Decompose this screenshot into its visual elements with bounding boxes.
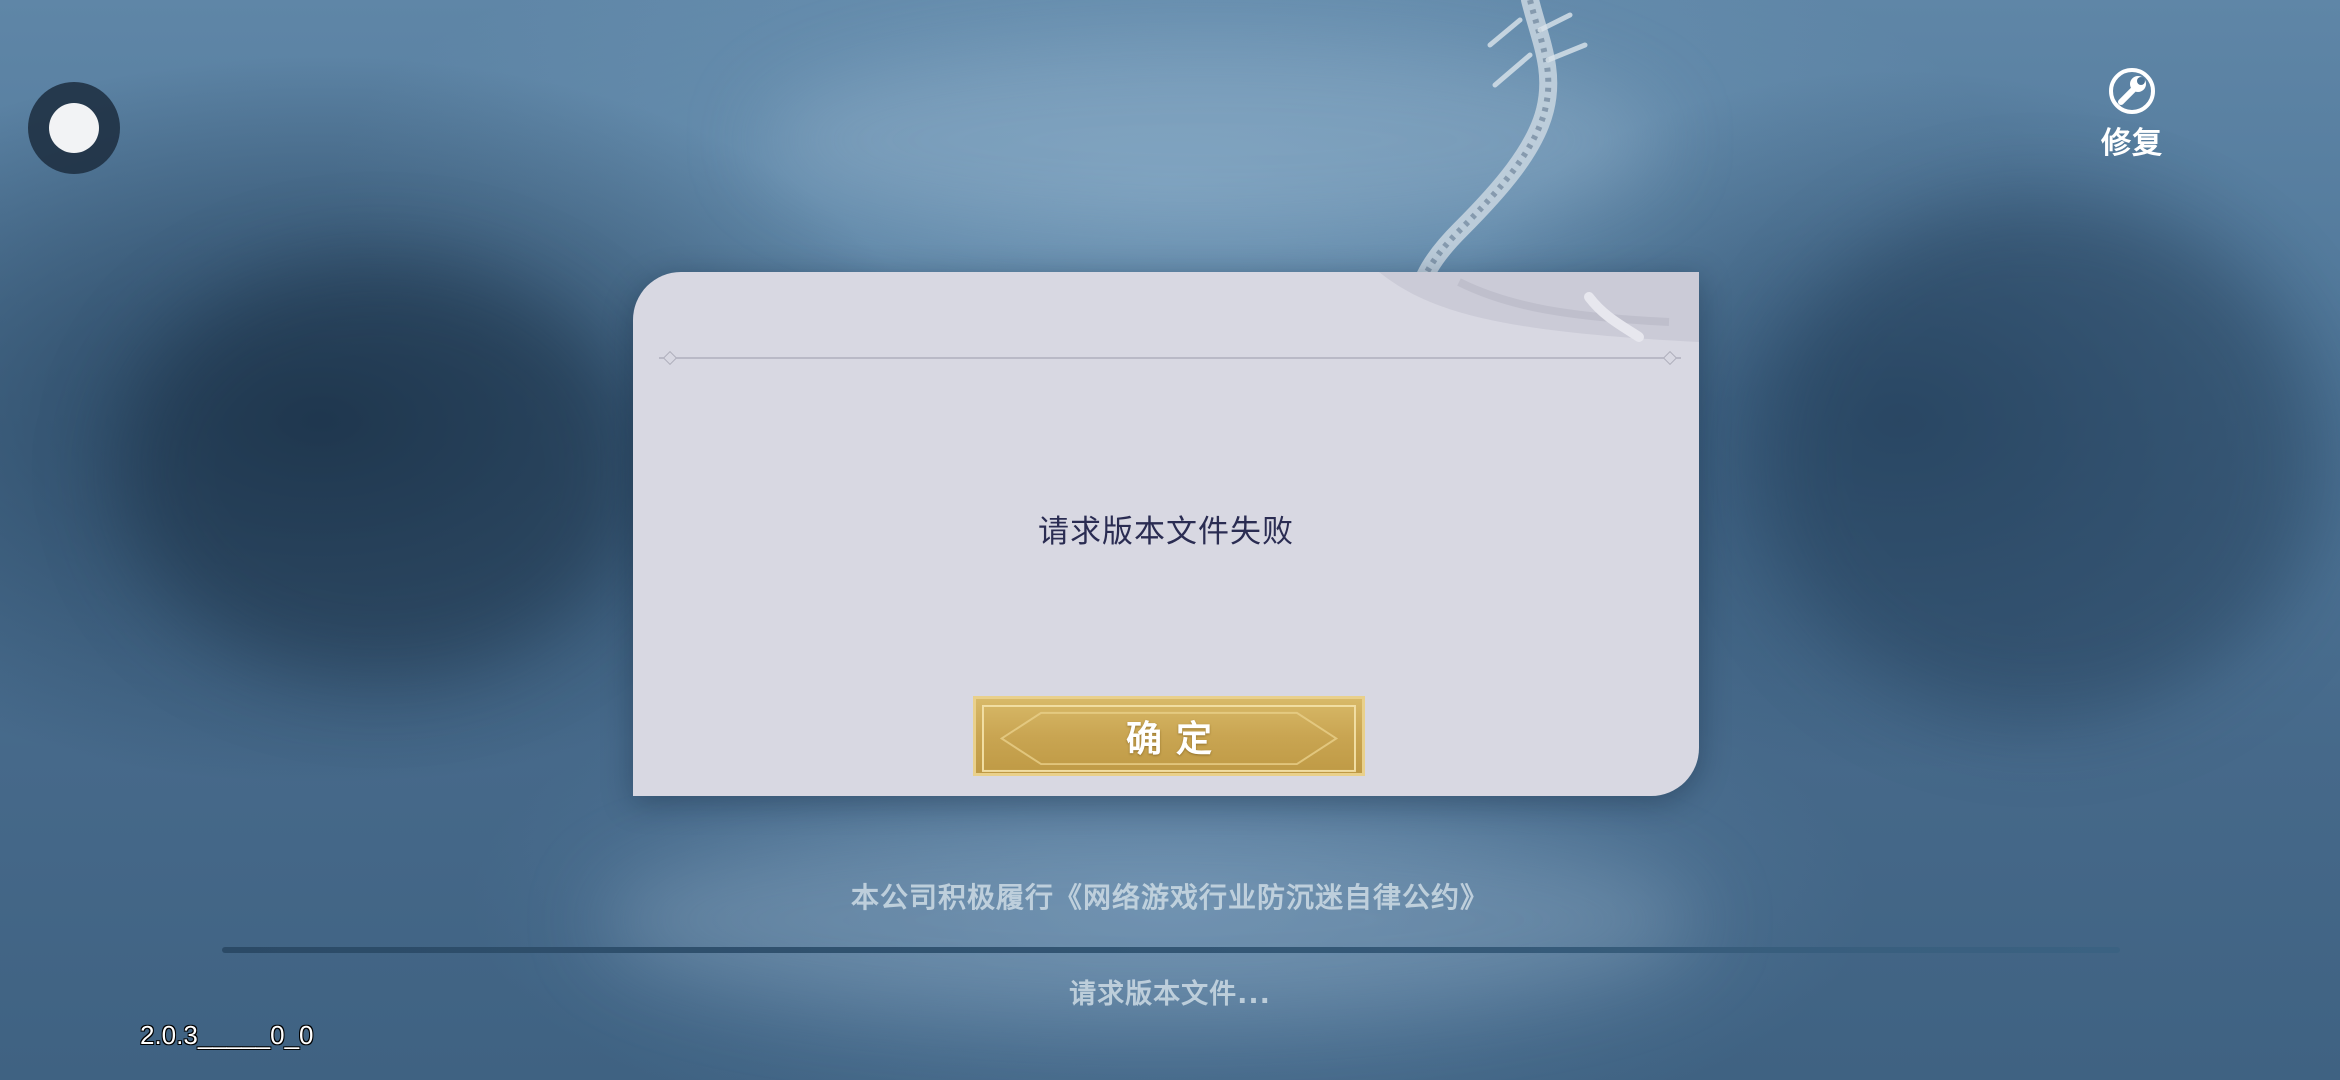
dragon-artwork bbox=[1411, 0, 1588, 290]
background-mist bbox=[1760, 200, 2320, 720]
confirm-button[interactable]: 确定 bbox=[973, 696, 1365, 776]
dialog-divider bbox=[659, 357, 1681, 359]
loading-status: 请求版本文件... bbox=[1069, 979, 1271, 1010]
error-dialog: 请求版本文件失败 确定 bbox=[633, 272, 1699, 796]
version-label: 2.0.3_____0_0 bbox=[140, 1020, 314, 1050]
loading-progress-fill bbox=[222, 947, 2120, 953]
background-mist bbox=[120, 260, 640, 680]
repair-label: 修复 bbox=[2101, 126, 2163, 161]
wrench-icon bbox=[2109, 68, 2155, 114]
dialog-corner-ornament bbox=[1379, 272, 1699, 342]
repair-button[interactable]: 修复 bbox=[2092, 66, 2172, 162]
confirm-label: 确定 bbox=[1125, 718, 1226, 760]
floating-assistive-button[interactable] bbox=[28, 82, 120, 174]
float-ball-icon bbox=[49, 103, 99, 153]
loading-progress-bar bbox=[222, 947, 2120, 953]
anti-addiction-notice: 本公司积极履行《网络游戏行业防沉迷自律公约》 bbox=[850, 881, 1489, 914]
dialog-message: 请求版本文件失败 bbox=[1038, 514, 1294, 550]
